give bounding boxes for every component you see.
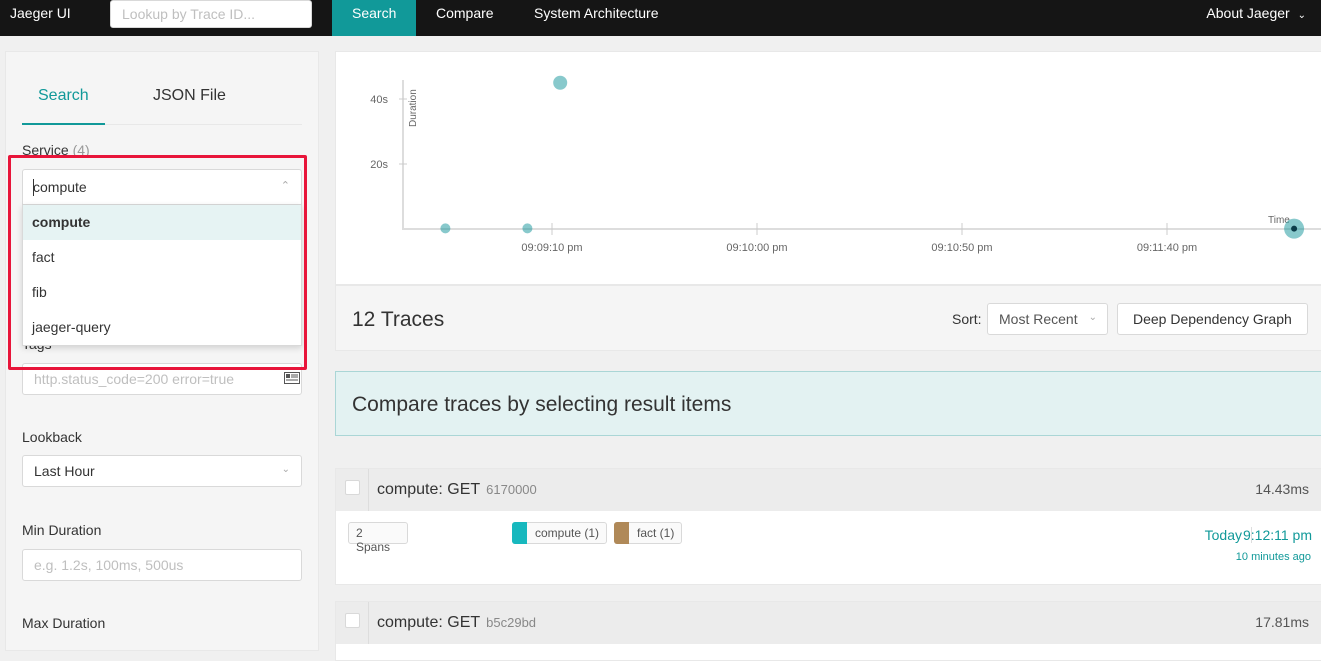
trace-duration: 14.43ms: [1255, 481, 1309, 497]
trace-count: 12 Traces: [352, 308, 445, 331]
service-label: Service (4): [22, 142, 90, 158]
trace-point-selected: [1291, 225, 1298, 232]
trace-header[interactable]: compute: GET b5c29bd 17.81ms: [336, 602, 1321, 644]
max-duration-label: Max Duration: [22, 615, 106, 631]
search-tabs: Search JSON File: [22, 72, 302, 125]
about-jaeger-label: About Jaeger: [1206, 5, 1290, 21]
y-tick-label: 20s: [370, 159, 388, 171]
results-header: 12 Traces Sort: Most Recent ⌄ Deep Depen…: [335, 285, 1321, 351]
scatter-plot-svg: Duration Time 20s40s 09:09:10 pm 09:10:00…: [370, 75, 1321, 254]
nav-tab-compare[interactable]: Compare: [436, 0, 494, 36]
chevron-down-icon: ⌄: [1088, 312, 1097, 323]
tab-json-file[interactable]: JSON File: [153, 87, 226, 105]
lookback-label: Lookback: [22, 429, 82, 445]
sort-label: Sort:: [952, 311, 982, 327]
service-option-fact[interactable]: fact: [23, 240, 301, 275]
service-select[interactable]: compute ⌃: [22, 169, 302, 205]
tags-input[interactable]: http.status_code=200 error=true: [22, 363, 302, 395]
nav-tab-search[interactable]: Search: [332, 0, 416, 36]
deep-dependency-graph-button[interactable]: Deep Dependency Graph: [1117, 303, 1308, 335]
trace-start-time: 9:12:11 pm: [1242, 527, 1312, 543]
sort-select[interactable]: Most Recent ⌄: [987, 303, 1108, 335]
top-nav: Jaeger UI Lookup by Trace ID... Search C…: [0, 0, 1321, 36]
x-tick-label: 09:11:40 pm: [1137, 242, 1197, 254]
trace-point[interactable]: [522, 223, 533, 234]
x-tick-label: 09:10:00 pm: [726, 242, 787, 254]
tab-search[interactable]: Search: [38, 87, 89, 105]
service-option-compute[interactable]: compute: [23, 205, 301, 240]
trace-day: Today: [1204, 527, 1242, 543]
compare-banner-text: Compare traces by selecting result items: [352, 393, 732, 416]
trace-title[interactable]: compute: GET b5c29bd: [377, 614, 536, 632]
trace-point[interactable]: [553, 75, 568, 90]
chevron-up-icon: ⌃: [280, 180, 290, 192]
trace-duration: 17.81ms: [1255, 614, 1309, 630]
trace-id: 6170000: [486, 482, 537, 497]
chevron-down-icon: ⌄: [1297, 10, 1306, 21]
service-color-swatch: [512, 522, 527, 544]
min-duration-label: Min Duration: [22, 522, 102, 538]
about-jaeger-menu[interactable]: About Jaeger ⌄: [1206, 5, 1306, 21]
trace-header[interactable]: compute: GET 6170000 14.43ms: [336, 469, 1321, 511]
y-axis-label: Duration: [408, 89, 419, 127]
chevron-down-icon: ⌄: [281, 464, 290, 475]
service-tag-fact: fact (1): [614, 522, 683, 544]
search-form-panel: Search JSON File Service (4) Tags http.s…: [5, 51, 319, 651]
service-option-fib[interactable]: fib: [23, 275, 301, 310]
x-tick-label: 09:09:10 pm: [521, 242, 582, 254]
trace-point[interactable]: [440, 223, 451, 234]
text-cursor: [33, 179, 34, 196]
trace-select-checkbox[interactable]: [345, 480, 360, 495]
trace-id: b5c29bd: [486, 615, 537, 630]
trace-select-cell: [336, 469, 369, 511]
trace-result-item[interactable]: compute: GET b5c29bd 17.81ms: [335, 601, 1321, 661]
trace-id-lookup-input[interactable]: Lookup by Trace ID...: [110, 0, 312, 28]
min-duration-input[interactable]: e.g. 1.2s, 100ms, 500us: [22, 549, 302, 581]
y-tick-label: 40s: [370, 94, 388, 106]
brand-link[interactable]: Jaeger UI: [10, 5, 71, 21]
trace-select-checkbox[interactable]: [345, 613, 360, 628]
compare-banner: Compare traces by selecting result items: [335, 371, 1321, 436]
service-color-swatch: [614, 522, 629, 544]
trace-relative-time: 10 minutes ago: [1235, 551, 1311, 563]
service-option-jaeger-query[interactable]: jaeger-query: [23, 310, 301, 345]
span-count-badge: 2 Spans: [348, 522, 408, 554]
lookback-select[interactable]: Last Hour ⌄: [22, 455, 302, 487]
service-tag-compute: compute (1): [512, 522, 608, 544]
trace-result-item[interactable]: compute: GET 6170000 14.43ms 2 Spans comp…: [335, 468, 1321, 585]
tags-help-icon[interactable]: [284, 372, 300, 384]
service-dropdown: compute fact fib jaeger-query: [22, 205, 302, 346]
trace-scatter-chart: Duration Time 20s 40s 09:09:10 pm 09:10:00…: [335, 51, 1321, 285]
nav-tab-system-architecture[interactable]: System Architecture: [534, 0, 659, 36]
x-tick-label: 09:10:50 pm: [931, 242, 992, 254]
active-tab-indicator: [22, 123, 105, 125]
trace-title[interactable]: compute: GET 6170000: [377, 481, 537, 499]
trace-select-cell: [336, 602, 369, 644]
